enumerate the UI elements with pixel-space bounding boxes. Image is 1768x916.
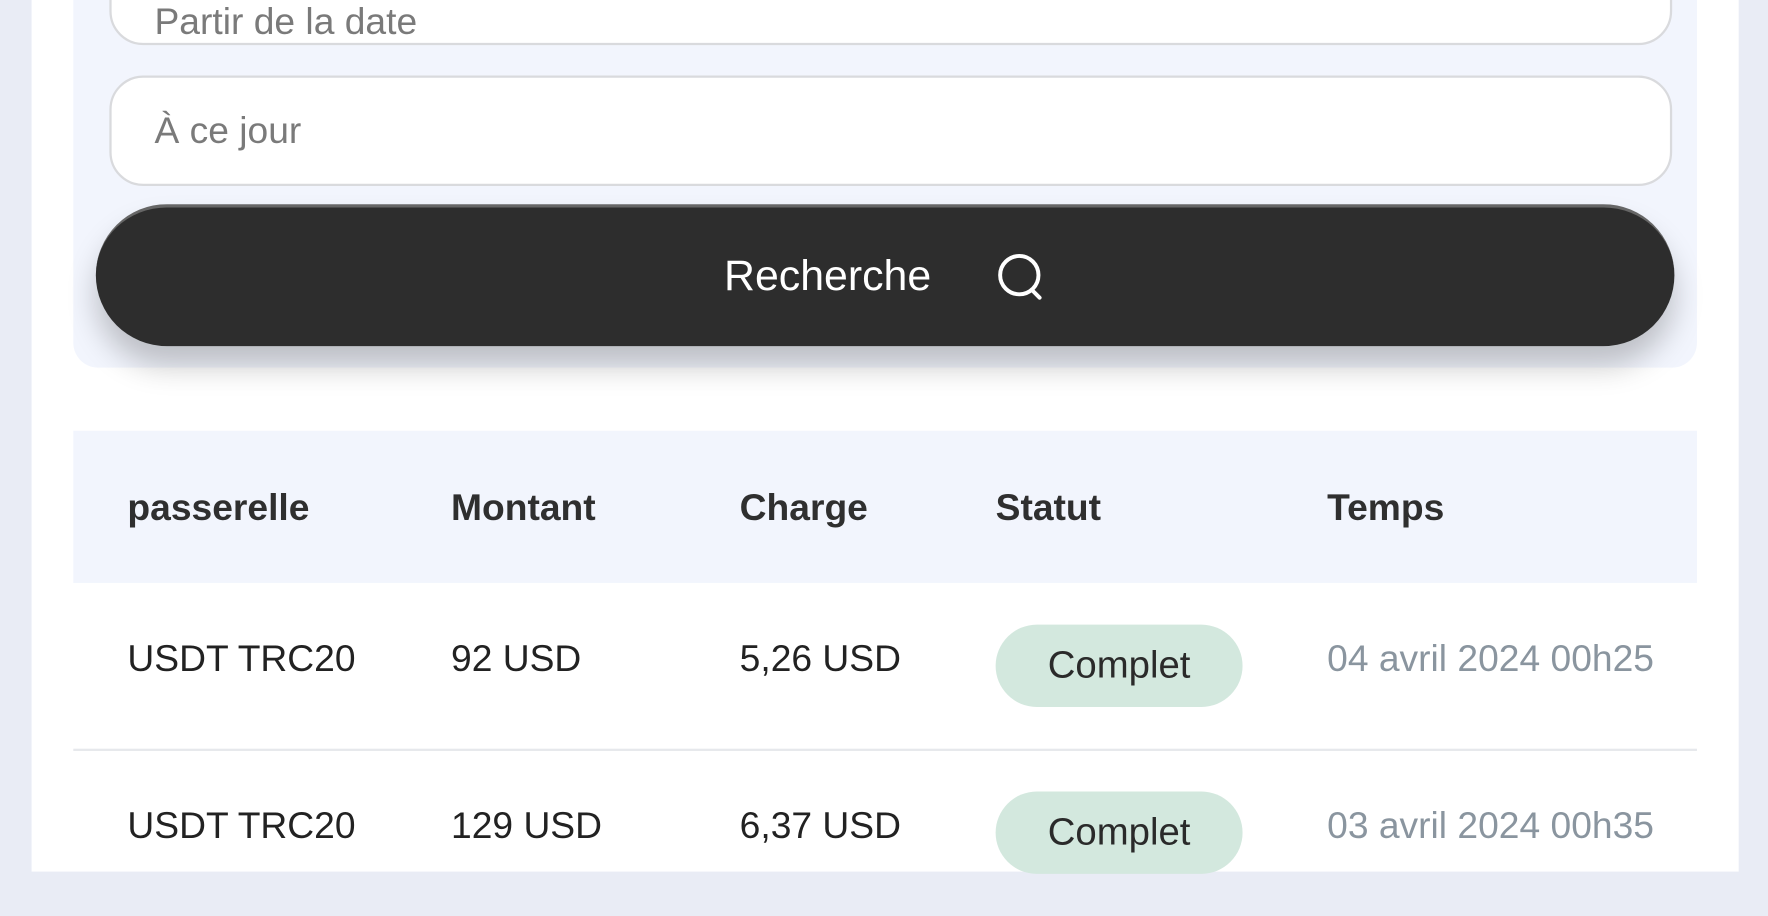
cell-time: 03 avril 2024 00h35: [1327, 803, 1655, 846]
header-time: Temps: [1327, 485, 1445, 528]
search-button-label: Recherche: [724, 252, 932, 300]
table-row: USDT TRC20 92 USD 5,26 USD Complet 04 av…: [73, 583, 1697, 751]
table-header: passerelle Montant Charge Statut Temps: [73, 430, 1697, 583]
search-icon: [998, 253, 1042, 300]
cell-charge: 5,26 USD: [739, 637, 902, 679]
cell-amount: 129 USD: [451, 803, 603, 846]
search-button[interactable]: Recherche: [95, 204, 1675, 347]
from-date-placeholder: Partir de la date: [154, 0, 418, 42]
to-date-placeholder: À ce jour: [154, 109, 302, 152]
table-row: USDT TRC20 129 USD 6,37 USD Complet 03 a…: [73, 750, 1697, 916]
header-amount: Montant: [451, 485, 596, 528]
cell-gateway: USDT TRC20: [127, 637, 356, 679]
header-status: Statut: [995, 485, 1102, 528]
from-date-input[interactable]: Partir de la date: [109, 0, 1673, 46]
to-date-input[interactable]: À ce jour: [109, 75, 1673, 187]
header-gateway: passerelle: [127, 485, 310, 528]
status-badge: Complet: [995, 624, 1243, 707]
cell-amount: 92 USD: [451, 637, 582, 679]
cell-gateway: USDT TRC20: [127, 803, 356, 846]
cell-time: 04 avril 2024 00h25: [1327, 637, 1655, 679]
status-badge: Complet: [995, 791, 1243, 874]
header-charge: Charge: [739, 485, 868, 528]
cell-charge: 6,37 USD: [739, 803, 902, 846]
